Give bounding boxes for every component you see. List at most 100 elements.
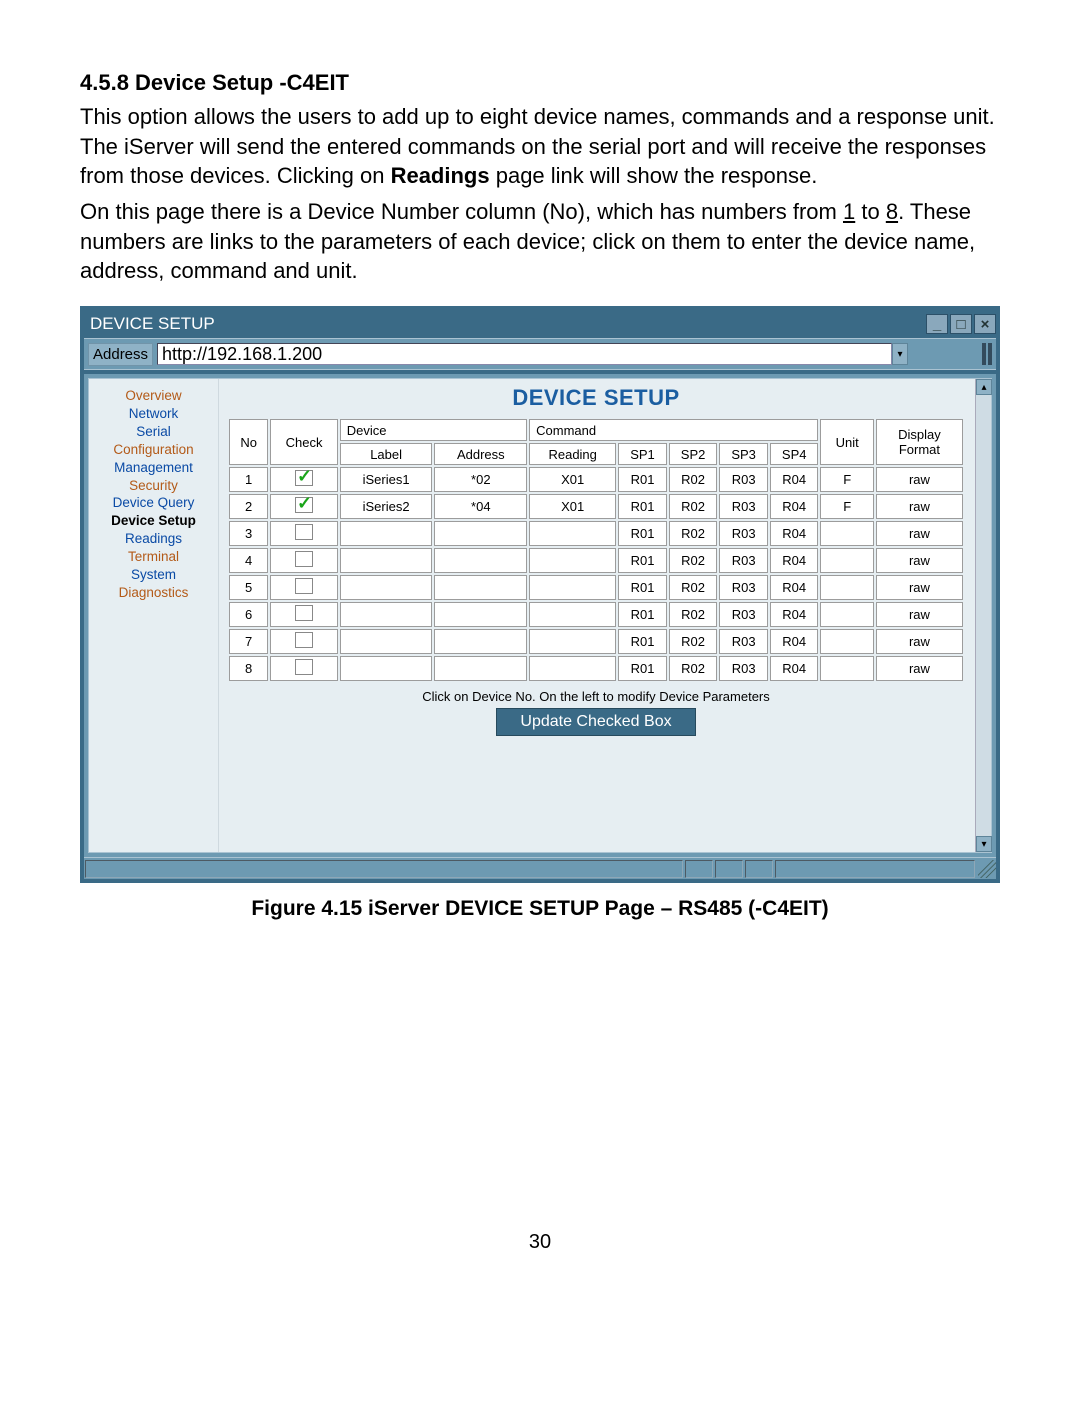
address-cell: *02 — [434, 467, 527, 492]
table-row: 7R01R02R03R04raw — [229, 629, 963, 654]
address-label: Address — [88, 343, 153, 366]
device-number-link[interactable]: 7 — [229, 629, 268, 654]
checkbox[interactable] — [295, 551, 313, 567]
checkbox[interactable]: ✓ — [295, 470, 313, 486]
vertical-scrollbar[interactable]: ▴ ▾ — [975, 379, 991, 852]
sidebar-item-devicequery[interactable]: Device Query — [95, 495, 212, 512]
sp3-cell: R03 — [719, 602, 768, 627]
sp2-cell: R02 — [669, 656, 718, 681]
address-cell — [434, 656, 527, 681]
unit-cell — [820, 548, 873, 573]
scroll-up-icon[interactable]: ▴ — [976, 379, 992, 395]
unit-cell: F — [820, 467, 873, 492]
resize-grip-icon[interactable] — [978, 860, 996, 878]
sp1-cell: R01 — [618, 467, 667, 492]
col-check: Check — [270, 419, 337, 465]
checkbox[interactable] — [295, 605, 313, 621]
sp1-cell: R01 — [618, 494, 667, 519]
update-button[interactable]: Update Checked Box — [496, 708, 696, 736]
checkbox[interactable] — [295, 659, 313, 675]
window-title: DEVICE SETUP — [90, 314, 215, 334]
col-sp3: SP3 — [719, 443, 768, 465]
display-cell: raw — [876, 629, 963, 654]
unit-cell: F — [820, 494, 873, 519]
main-panel: DEVICE SETUP No Check Device Command Uni… — [219, 379, 991, 852]
reading-cell: X01 — [529, 467, 616, 492]
sidebar-item-overview[interactable]: Overview — [95, 388, 212, 405]
device-number-link[interactable]: 8 — [229, 656, 268, 681]
reading-cell — [529, 521, 616, 546]
table-row: 3R01R02R03R04raw — [229, 521, 963, 546]
address-bar: Address http://192.168.1.200 ▾ — [84, 338, 996, 370]
check-cell: ✓ — [270, 467, 337, 492]
sidebar-item-diagnostics[interactable]: Diagnostics — [95, 585, 212, 602]
para1-text-b: page link will show the response. — [490, 163, 818, 188]
maximize-button[interactable]: □ — [950, 314, 972, 334]
minimize-button[interactable]: _ — [926, 314, 948, 334]
scroll-down-icon[interactable]: ▾ — [976, 836, 992, 852]
title-bar: DEVICE SETUP _ □ × — [84, 310, 996, 338]
sp4-cell: R04 — [770, 521, 819, 546]
sidebar-item-network[interactable]: Network — [95, 406, 212, 423]
address-cell — [434, 602, 527, 627]
reading-cell — [529, 575, 616, 600]
col-reading: Reading — [529, 443, 616, 465]
go-icon[interactable] — [982, 343, 992, 365]
display-cell: raw — [876, 602, 963, 627]
check-cell — [270, 575, 337, 600]
display-cell: raw — [876, 656, 963, 681]
display-cell: raw — [876, 521, 963, 546]
sidebar-item-readings[interactable]: Readings — [95, 531, 212, 548]
checkbox[interactable] — [295, 524, 313, 540]
sp4-cell: R04 — [770, 656, 819, 681]
close-button[interactable]: × — [974, 314, 996, 334]
browser-window: DEVICE SETUP _ □ × Address http://192.16… — [80, 306, 1000, 883]
check-cell — [270, 602, 337, 627]
checkbox[interactable] — [295, 578, 313, 594]
sp1-cell: R01 — [618, 521, 667, 546]
sidebar-item-devicesetup[interactable]: Device Setup — [95, 513, 212, 530]
sidebar-item-terminal[interactable]: Terminal — [95, 549, 212, 566]
device-number-link[interactable]: 6 — [229, 602, 268, 627]
address-dropdown[interactable]: ▾ — [892, 343, 908, 365]
device-number-link[interactable]: 4 — [229, 548, 268, 573]
reading-cell — [529, 656, 616, 681]
content-area: ▴ ▾ Overview Network Serial Configuratio… — [88, 378, 992, 853]
sp2-cell: R02 — [669, 629, 718, 654]
table-row: 8R01R02R03R04raw — [229, 656, 963, 681]
sp2-cell: R02 — [669, 548, 718, 573]
sp3-cell: R03 — [719, 575, 768, 600]
checkbox[interactable] — [295, 632, 313, 648]
reading-cell — [529, 548, 616, 573]
sidebar-item-security[interactable]: Security — [95, 478, 212, 495]
status-bar — [84, 857, 996, 879]
col-sp1: SP1 — [618, 443, 667, 465]
col-no: No — [229, 419, 268, 465]
address-input[interactable]: http://192.168.1.200 — [157, 343, 892, 365]
table-row: 6R01R02R03R04raw — [229, 602, 963, 627]
device-number-link[interactable]: 5 — [229, 575, 268, 600]
sidebar: Overview Network Serial Configuration Ma… — [89, 379, 219, 852]
col-label: Label — [340, 443, 433, 465]
sidebar-item-configuration[interactable]: Configuration — [95, 442, 212, 459]
sp1-cell: R01 — [618, 602, 667, 627]
sidebar-item-management[interactable]: Management — [95, 460, 212, 477]
label-cell: iSeries1 — [340, 467, 433, 492]
sidebar-item-serial[interactable]: Serial — [95, 424, 212, 441]
checkbox[interactable]: ✓ — [295, 497, 313, 513]
sp1-cell: R01 — [618, 548, 667, 573]
label-cell — [340, 629, 433, 654]
table-row: 5R01R02R03R04raw — [229, 575, 963, 600]
device-number-link[interactable]: 1 — [229, 467, 268, 492]
sp2-cell: R02 — [669, 521, 718, 546]
unit-cell — [820, 602, 873, 627]
col-sp4: SP4 — [770, 443, 819, 465]
check-cell: ✓ — [270, 494, 337, 519]
col-sp2: SP2 — [669, 443, 718, 465]
label-cell — [340, 656, 433, 681]
device-number-link[interactable]: 3 — [229, 521, 268, 546]
sidebar-item-system[interactable]: System — [95, 567, 212, 584]
address-cell — [434, 521, 527, 546]
sp3-cell: R03 — [719, 629, 768, 654]
device-number-link[interactable]: 2 — [229, 494, 268, 519]
